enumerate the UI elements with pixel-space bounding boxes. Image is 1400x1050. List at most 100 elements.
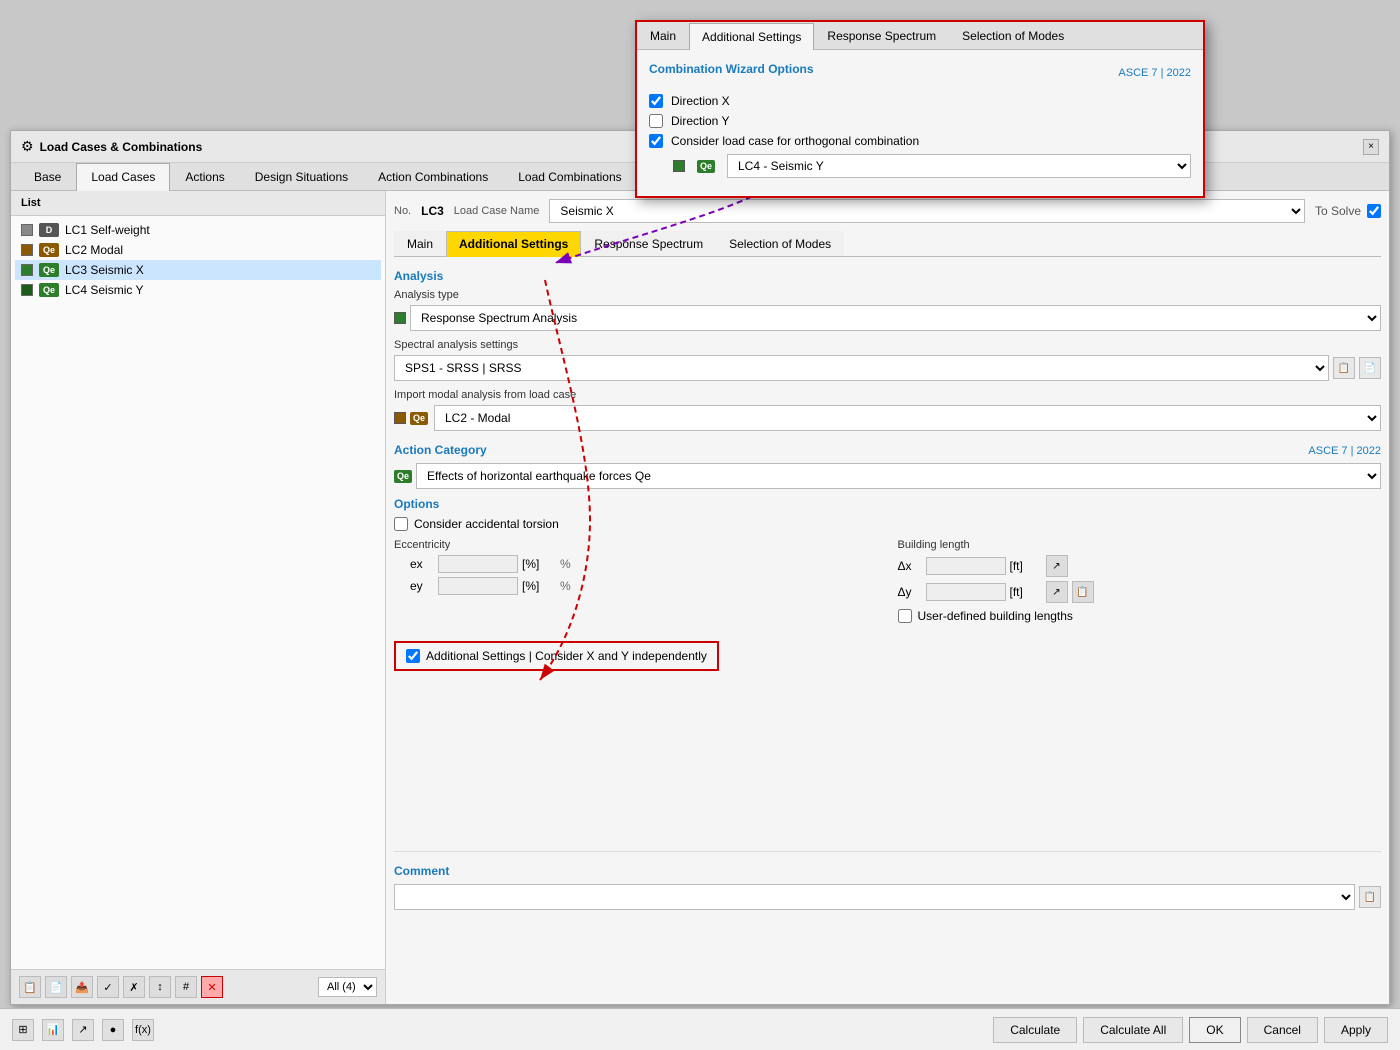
check-icon-btn[interactable]: ✓ — [97, 976, 119, 998]
close-button[interactable]: × — [1363, 139, 1379, 155]
list-item-lc1[interactable]: D LC1 Self-weight — [15, 220, 381, 240]
tab-base[interactable]: Base — [19, 163, 76, 190]
all-count-select[interactable]: All (4) — [318, 977, 377, 997]
direction-y-checkbox[interactable] — [649, 114, 663, 128]
inner-tab-response[interactable]: Response Spectrum — [581, 231, 716, 256]
popup-tab-additional[interactable]: Additional Settings — [689, 23, 814, 50]
inner-tabs: Main Additional Settings Response Spectr… — [394, 231, 1381, 257]
building-length-grid: Δx [ft] ↗ Δy [ft] ↗ 📋 — [898, 555, 1382, 603]
list-item-lc3[interactable]: Qe LC3 Seismic X — [15, 260, 381, 280]
tab-design-situations[interactable]: Design Situations — [240, 163, 363, 190]
calculate-all-button[interactable]: Calculate All — [1083, 1017, 1183, 1043]
consider-xy-checkbox[interactable] — [406, 649, 420, 663]
dx-input[interactable] — [926, 557, 1006, 575]
eccentricity-label: Eccentricity — [394, 539, 878, 551]
popup-wizard-header: Combination Wizard Options ASCE 7 | 2022 — [649, 62, 1191, 84]
spectral-btn1[interactable]: 📋 — [1333, 357, 1355, 379]
titlebar-left: ⚙ Load Cases & Combinations — [21, 138, 202, 155]
apply-button[interactable]: Apply — [1324, 1017, 1388, 1043]
lc-number: LC3 — [421, 204, 444, 218]
ey-label: ey — [410, 579, 434, 593]
left-panel-bottom: 📋 📄 📤 ✓ ✗ ↕ # ✕ All (4) — [11, 969, 385, 1004]
lc3-color — [21, 264, 33, 276]
dx-ft-label: [ft] — [1010, 559, 1042, 573]
popup-lc4-select[interactable]: LC4 - Seismic Y — [727, 154, 1191, 178]
taskbar-icon-2[interactable]: 📊 — [42, 1019, 64, 1041]
ok-button[interactable]: OK — [1189, 1017, 1240, 1043]
uncheck-icon-btn[interactable]: ✗ — [123, 976, 145, 998]
lc2-label: LC2 Modal — [65, 243, 123, 257]
lc-name-select[interactable]: Seismic X — [549, 199, 1305, 223]
tab-actions[interactable]: Actions — [170, 163, 239, 190]
main-window: ⚙ Load Cases & Combinations × Base Load … — [10, 130, 1390, 1005]
spectral-select[interactable]: SPS1 - SRSS | SRSS — [394, 355, 1329, 381]
tab-load-combinations[interactable]: Load Combinations — [503, 163, 636, 190]
popup-tab-main[interactable]: Main — [637, 22, 689, 49]
analysis-type-select[interactable]: Response Spectrum Analysis — [410, 305, 1381, 331]
taskbar-icon-1[interactable]: ⊞ — [12, 1019, 34, 1041]
comment-row: 📋 — [394, 884, 1381, 910]
lc1-badge: D — [39, 223, 59, 237]
analysis-type-color — [394, 312, 406, 324]
list-item-lc2[interactable]: Qe LC2 Modal — [15, 240, 381, 260]
ex-pct-label: [%] — [522, 557, 556, 571]
action-cat-row: Qe Effects of horizontal earthquake forc… — [394, 463, 1381, 489]
to-solve-checkbox[interactable] — [1367, 204, 1381, 218]
user-defined-checkbox[interactable] — [898, 609, 912, 623]
lc4-badge: Qe — [39, 283, 59, 297]
delete-icon-btn[interactable]: ✕ — [201, 976, 223, 998]
analysis-type-row: Response Spectrum Analysis — [394, 305, 1381, 331]
popup-dir-y-row: Direction Y — [649, 114, 1191, 128]
dy-ft-label: [ft] — [1010, 585, 1042, 599]
spectral-label: Spectral analysis settings — [394, 339, 1381, 351]
accidental-torsion-row: Consider accidental torsion — [394, 517, 1381, 531]
copy-icon-btn[interactable]: 📄 — [45, 976, 67, 998]
cancel-button[interactable]: Cancel — [1247, 1017, 1318, 1043]
ex-input[interactable] — [438, 555, 518, 573]
taskbar-icon-3[interactable]: ↗ — [72, 1019, 94, 1041]
action-cat-badge: Qe — [394, 470, 412, 483]
accidental-torsion-checkbox[interactable] — [394, 517, 408, 531]
popup-tab-modes[interactable]: Selection of Modes — [949, 22, 1077, 49]
dx-label: Δx — [898, 559, 922, 573]
num-icon-btn[interactable]: # — [175, 976, 197, 998]
export-icon-btn[interactable]: 📤 — [71, 976, 93, 998]
taskbar-icon-5[interactable]: f(x) — [132, 1019, 154, 1041]
dy-btn1[interactable]: ↗ — [1046, 581, 1068, 603]
sort-icon-btn[interactable]: ↕ — [149, 976, 171, 998]
dy-btn2[interactable]: 📋 — [1072, 581, 1094, 603]
to-solve-label: To Solve — [1315, 204, 1361, 218]
orthogonal-checkbox[interactable] — [649, 134, 663, 148]
tab-load-cases[interactable]: Load Cases — [76, 163, 170, 191]
inner-tab-additional[interactable]: Additional Settings — [446, 231, 581, 257]
inner-tab-main[interactable]: Main — [394, 231, 446, 256]
tab-action-combinations[interactable]: Action Combinations — [363, 163, 503, 190]
popup-tab-response[interactable]: Response Spectrum — [814, 22, 949, 49]
comment-select[interactable] — [394, 884, 1355, 910]
inner-tab-modes[interactable]: Selection of Modes — [716, 231, 844, 256]
content-area: List D LC1 Self-weight Qe LC2 Modal — [11, 191, 1389, 1004]
popup-dir-x-row: Direction X — [649, 94, 1191, 108]
calculate-button[interactable]: Calculate — [993, 1017, 1077, 1043]
options-label: Options — [394, 497, 1381, 511]
eccentricity-col: Eccentricity ex [%] % ey [%] % — [394, 539, 878, 631]
popup-lc4-row: Qe LC4 - Seismic Y — [673, 154, 1191, 178]
ey-pct-label: [%] — [522, 579, 556, 593]
modal-select[interactable]: LC2 - Modal — [434, 405, 1381, 431]
comment-btn[interactable]: 📋 — [1359, 886, 1381, 908]
dy-input[interactable] — [926, 583, 1006, 601]
user-defined-label: User-defined building lengths — [918, 609, 1073, 623]
action-cat-select[interactable]: Effects of horizontal earthquake forces … — [416, 463, 1381, 489]
list-item-lc4[interactable]: Qe LC4 Seismic Y — [15, 280, 381, 300]
ey-input[interactable] — [438, 577, 518, 595]
dx-btn1[interactable]: ↗ — [1046, 555, 1068, 577]
add-icon-btn[interactable]: 📋 — [19, 976, 41, 998]
lc-name-label: Load Case Name — [454, 205, 540, 217]
popup-lc4-badge: Qe — [697, 160, 715, 173]
eccentricity-grid: ex [%] % ey [%] % — [410, 555, 878, 595]
taskbar-icon-4[interactable]: ● — [102, 1019, 124, 1041]
spectral-btn2[interactable]: 📄 — [1359, 357, 1381, 379]
direction-x-checkbox[interactable] — [649, 94, 663, 108]
orthogonal-label: Consider load case for orthogonal combin… — [671, 134, 919, 148]
comment-section: Comment 📋 — [394, 851, 1381, 910]
